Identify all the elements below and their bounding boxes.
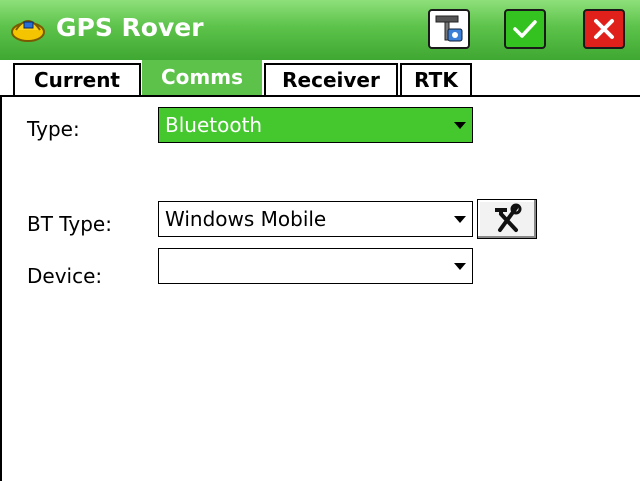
bt-type-label: BT Type: xyxy=(27,212,112,236)
bt-type-value: Windows Mobile xyxy=(165,207,327,231)
type-label: Type: xyxy=(27,117,80,141)
tab-rtk[interactable]: RTK xyxy=(400,63,472,95)
tab-comms[interactable]: Comms xyxy=(142,60,262,96)
tab-current[interactable]: Current xyxy=(13,63,141,95)
device-label: Device: xyxy=(27,264,103,288)
chevron-down-icon xyxy=(454,216,466,223)
chevron-down-icon xyxy=(454,263,466,270)
window-title: GPS Rover xyxy=(56,13,204,42)
checkmark-icon xyxy=(513,20,537,38)
bt-settings-button[interactable] xyxy=(477,199,537,239)
type-dropdown[interactable]: Bluetooth xyxy=(158,107,473,143)
gps-rover-app-icon xyxy=(11,20,45,42)
chevron-down-icon xyxy=(454,122,466,129)
close-button[interactable] xyxy=(583,9,625,49)
ok-button[interactable] xyxy=(504,9,546,49)
title-bar: GPS Rover xyxy=(0,0,640,60)
tab-receiver[interactable]: Receiver xyxy=(264,63,398,95)
close-icon xyxy=(594,19,614,39)
device-dropdown[interactable] xyxy=(158,248,473,284)
bt-type-dropdown[interactable]: Windows Mobile xyxy=(158,201,473,237)
configure-icon xyxy=(435,15,463,42)
tab-divider xyxy=(0,95,640,97)
panel-left-border xyxy=(0,97,2,481)
type-value: Bluetooth xyxy=(165,113,263,137)
tools-icon xyxy=(495,203,522,232)
configure-button[interactable] xyxy=(428,9,470,49)
